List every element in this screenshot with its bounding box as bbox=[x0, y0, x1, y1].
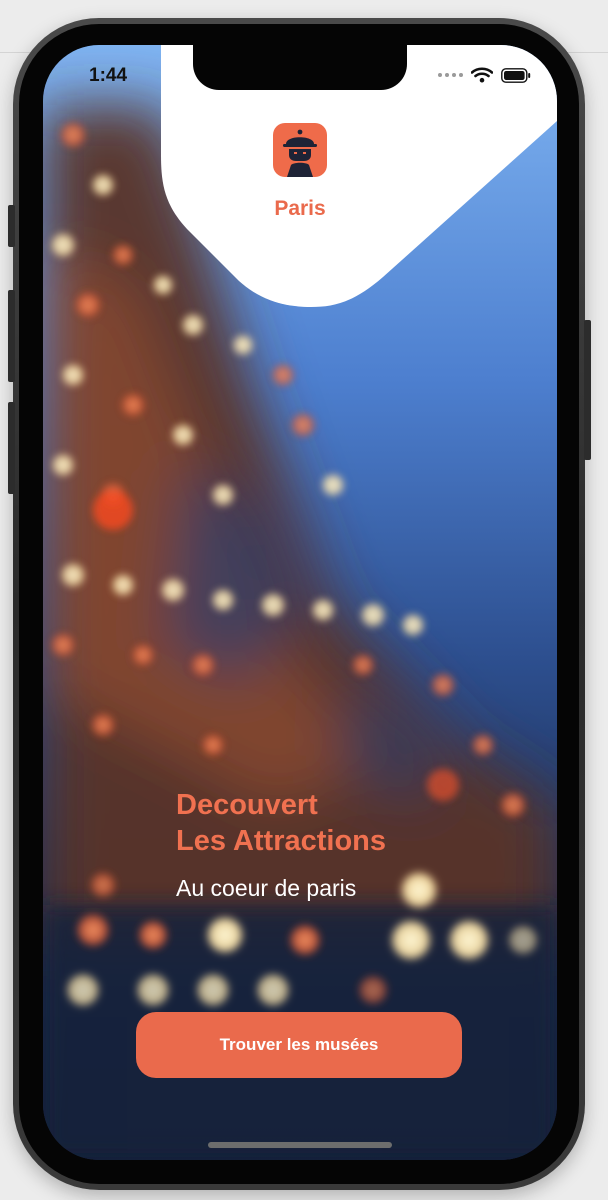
cellular-signal-icon bbox=[438, 73, 463, 77]
find-museums-button[interactable]: Trouver les musées bbox=[136, 1012, 462, 1078]
power-button bbox=[584, 320, 591, 460]
volume-up-button bbox=[8, 290, 15, 382]
app-name: Paris bbox=[274, 197, 326, 220]
hero-title-line1: Decouvert bbox=[176, 789, 318, 821]
home-indicator[interactable] bbox=[208, 1142, 392, 1148]
app-logo-icon bbox=[273, 123, 327, 177]
wifi-icon bbox=[471, 67, 493, 83]
app-screen: Paris 1:44 Decouvert Les Attractions Au … bbox=[43, 45, 557, 1160]
mute-switch bbox=[8, 205, 15, 247]
hero-subtitle: Au coeur de paris bbox=[176, 875, 357, 901]
logo-card bbox=[161, 45, 557, 307]
status-time: 1:44 bbox=[89, 65, 128, 86]
hero-title-line2: Les Attractions bbox=[176, 825, 387, 857]
hero-title: Decouvert Les Attractions bbox=[176, 787, 386, 859]
battery-icon bbox=[501, 67, 531, 83]
status-icons bbox=[438, 67, 531, 83]
volume-down-button bbox=[8, 402, 15, 494]
notch bbox=[193, 45, 407, 90]
